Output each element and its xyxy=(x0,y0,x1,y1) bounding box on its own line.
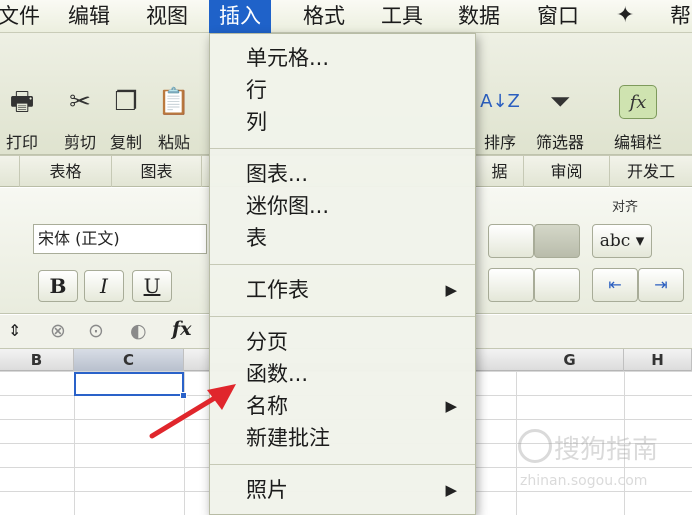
red-pointer-arrow-icon xyxy=(149,384,236,439)
